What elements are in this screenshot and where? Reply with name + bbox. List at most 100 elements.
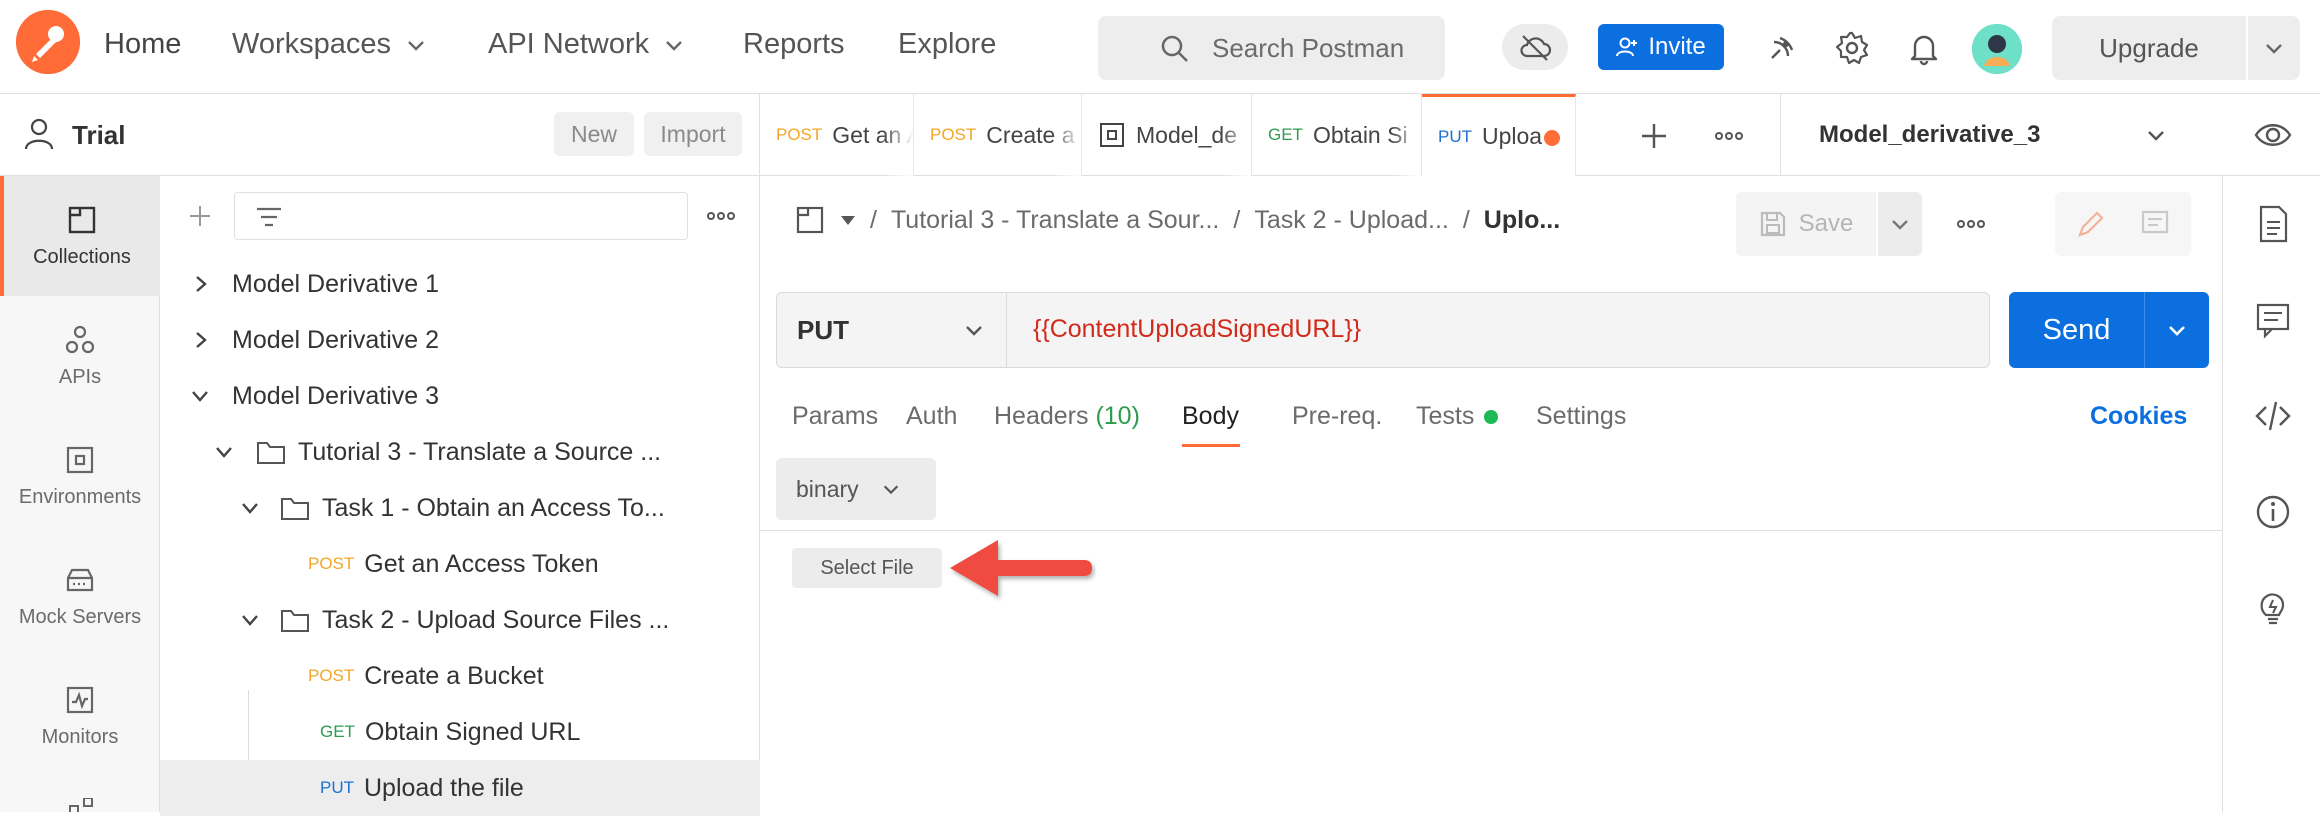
- chevron-down-icon[interactable]: [240, 613, 260, 627]
- rail-item-mock-servers[interactable]: Mock Servers: [0, 536, 160, 656]
- tree-item-label: Tutorial 3 - Translate a Source ...: [298, 437, 662, 466]
- rail-item-collections[interactable]: Collections: [0, 176, 160, 296]
- notifications-bell-icon[interactable]: [1906, 30, 1942, 66]
- send-button[interactable]: Send: [2009, 292, 2209, 368]
- edit-pencil-icon[interactable]: [2075, 208, 2107, 240]
- breadcrumb-item[interactable]: Tutorial 3 - Translate a Sour...: [891, 206, 1219, 235]
- comment-icon[interactable]: [2139, 208, 2171, 240]
- tab-headers[interactable]: Headers (10): [994, 402, 1140, 431]
- tab-create-bucket[interactable]: POST Create a: [914, 94, 1082, 176]
- flows-icon[interactable]: [66, 798, 96, 812]
- upgrade-button[interactable]: Upgrade: [2052, 16, 2300, 80]
- tab-body[interactable]: Body: [1182, 402, 1239, 431]
- caret-down-icon[interactable]: [840, 214, 856, 226]
- collection-model-derivative-1[interactable]: Model Derivative 1: [160, 256, 760, 312]
- folder-task-1[interactable]: Task 1 - Obtain an Access To...: [160, 480, 760, 536]
- rail-item-environments[interactable]: Environments: [0, 416, 160, 536]
- request-upload-the-file[interactable]: PUT Upload the file: [160, 760, 760, 816]
- chevron-right-icon[interactable]: [194, 274, 208, 294]
- nav-reports[interactable]: Reports: [743, 28, 845, 61]
- request-obtain-signed-url[interactable]: GET Obtain Signed URL: [160, 704, 760, 760]
- unsaved-dot-icon: [1544, 130, 1560, 146]
- more-options-icon[interactable]: [706, 210, 736, 222]
- save-button[interactable]: Save: [1736, 192, 1876, 256]
- request-more-options-icon[interactable]: [1956, 218, 1986, 230]
- method-select[interactable]: PUT: [777, 293, 1007, 367]
- save-options-button[interactable]: [1878, 192, 1922, 256]
- nav-workspaces[interactable]: Workspaces: [232, 28, 427, 61]
- upgrade-menu-button[interactable]: [2248, 16, 2300, 80]
- comments-icon[interactable]: [2253, 300, 2293, 340]
- collection-model-derivative-3[interactable]: Model Derivative 3: [160, 368, 760, 424]
- settings-gear-icon[interactable]: [1834, 30, 1870, 66]
- nav-reports-label: Reports: [743, 28, 845, 60]
- chevron-right-icon[interactable]: [194, 330, 208, 350]
- tab-model-derivative[interactable]: Model_de: [1082, 94, 1252, 176]
- method-badge: POST: [308, 666, 355, 685]
- rail-item-apis[interactable]: APIs: [0, 296, 160, 416]
- send-label: Send: [2009, 292, 2145, 368]
- rail-item-monitors[interactable]: Monitors: [0, 656, 160, 776]
- tab-settings[interactable]: Settings: [1536, 402, 1626, 431]
- tab-tests[interactable]: Tests: [1416, 402, 1499, 431]
- right-context-bar: [2222, 176, 2320, 812]
- folder-tutorial-3[interactable]: Tutorial 3 - Translate a Source ...: [160, 424, 760, 480]
- postman-logo-icon[interactable]: [16, 10, 80, 74]
- chevron-down-icon[interactable]: [214, 445, 234, 459]
- tab-prereq[interactable]: Pre-req.: [1292, 402, 1382, 431]
- tree-item-label: Task 1 - Obtain an Access To...: [322, 493, 665, 522]
- avatar[interactable]: [1972, 24, 2022, 74]
- folder-task-2[interactable]: Task 2 - Upload Source Files ...: [160, 592, 760, 648]
- workspace-name[interactable]: Trial: [72, 120, 125, 151]
- tab-options-icon[interactable]: [1714, 130, 1744, 142]
- save-disk-icon: [1760, 211, 1785, 237]
- add-user-icon: [1616, 37, 1638, 57]
- new-tab-plus-icon[interactable]: [1640, 122, 1668, 150]
- url-input[interactable]: {{ContentUploadSignedURL}}: [1033, 315, 1361, 344]
- rail-label-monitors: Monitors: [41, 725, 119, 748]
- chevron-down-icon: [2266, 44, 2282, 54]
- cloud-offline-icon: [1520, 35, 1552, 61]
- chevron-down-icon: [2169, 326, 2185, 336]
- send-options-button[interactable]: [2145, 292, 2209, 368]
- environment-name: Model_derivative_3: [1819, 121, 2041, 148]
- cookies-link[interactable]: Cookies: [2090, 402, 2187, 431]
- invite-button[interactable]: Invite: [1598, 24, 1724, 70]
- filter-input[interactable]: [234, 192, 688, 240]
- tree-item-label: Get an Access Token: [364, 549, 599, 578]
- body-type-select[interactable]: binary: [776, 458, 936, 520]
- tab-params[interactable]: Params: [792, 402, 878, 431]
- collection-icon[interactable]: [794, 204, 826, 236]
- nav-explore[interactable]: Explore: [898, 28, 996, 61]
- nav-home[interactable]: Home: [104, 28, 181, 61]
- chevron-down-icon[interactable]: [240, 501, 260, 515]
- tab-get-access-token[interactable]: POST Get an A: [760, 94, 914, 176]
- info-icon[interactable]: [2253, 492, 2293, 532]
- code-snippet-icon[interactable]: [2253, 396, 2293, 436]
- environment-quick-look-eye-icon[interactable]: [2254, 120, 2292, 150]
- tab-obtain-signed-url[interactable]: GET Obtain Si: [1252, 94, 1422, 176]
- sync-status-button[interactable]: [1502, 24, 1568, 70]
- nav-api-network[interactable]: API Network: [488, 28, 685, 61]
- chevron-down-icon[interactable]: [190, 389, 210, 403]
- method-badge: POST: [308, 554, 355, 573]
- import-button[interactable]: Import: [644, 112, 742, 156]
- chevron-down-icon: [966, 326, 982, 336]
- documentation-icon[interactable]: [2253, 204, 2293, 244]
- collection-model-derivative-2[interactable]: Model Derivative 2: [160, 312, 760, 368]
- search-input[interactable]: Search Postman: [1098, 16, 1445, 80]
- lightbulb-icon[interactable]: [2253, 588, 2293, 628]
- tab-auth[interactable]: Auth: [906, 402, 957, 431]
- environment-selector[interactable]: Model_derivative_3: [1780, 94, 2220, 176]
- tab-tests-label: Tests: [1416, 402, 1475, 430]
- runner-satellite-icon[interactable]: [1764, 30, 1800, 66]
- tab-upload-the-file[interactable]: PUT Uploa: [1422, 94, 1576, 176]
- request-get-access-token[interactable]: POST Get an Access Token: [160, 536, 760, 592]
- tree-item-label: Model Derivative 2: [232, 325, 440, 354]
- add-collection-icon[interactable]: [188, 204, 212, 228]
- breadcrumb-item[interactable]: Task 2 - Upload...: [1254, 206, 1449, 235]
- request-create-bucket[interactable]: POST Create a Bucket: [160, 648, 760, 704]
- select-file-button[interactable]: Select File: [792, 548, 942, 588]
- new-button[interactable]: New: [554, 112, 634, 156]
- breadcrumb-current[interactable]: Uplo...: [1484, 206, 1560, 235]
